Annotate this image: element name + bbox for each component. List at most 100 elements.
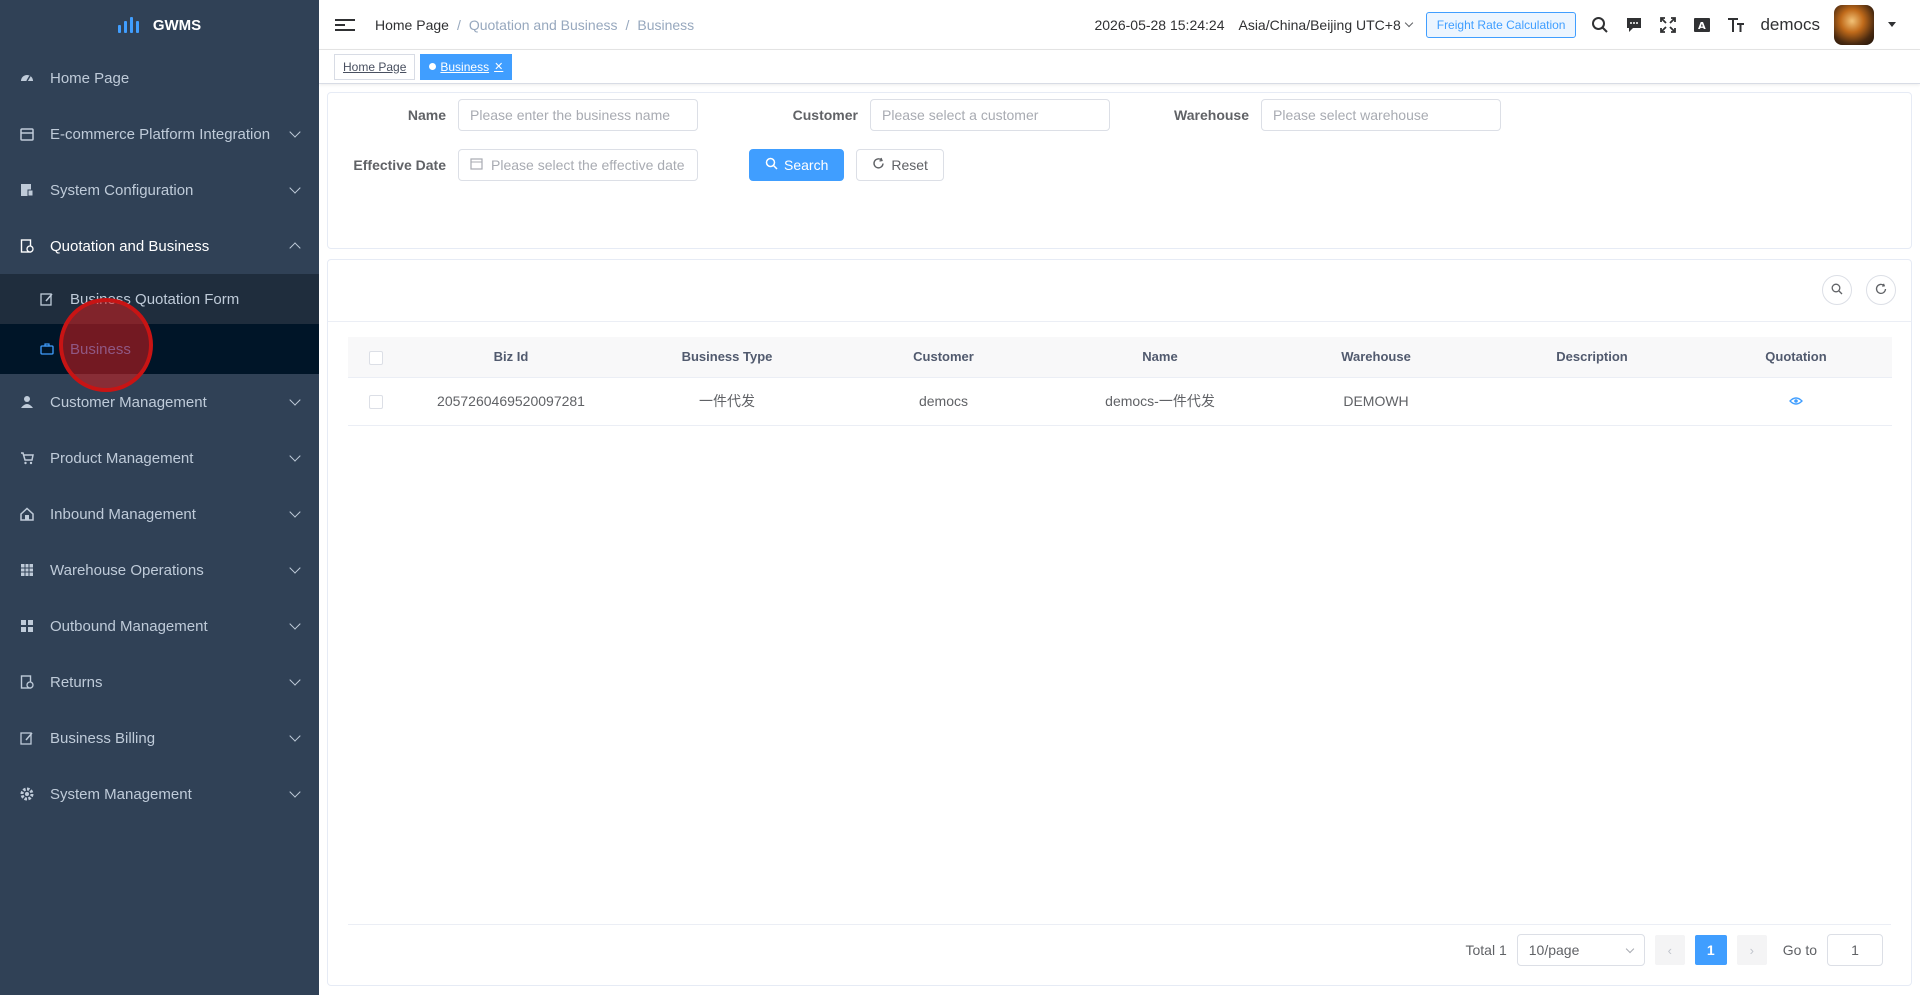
column-header[interactable]: Customer: [835, 337, 1052, 378]
breadcrumb-item[interactable]: Quotation and Business: [469, 17, 618, 33]
cell-business-type: 一件代发: [619, 377, 835, 426]
sidebar-item-home-page[interactable]: Home Page: [0, 50, 319, 106]
sidebar-item-label: System Management: [50, 785, 192, 803]
column-header[interactable]: Business Type: [619, 337, 835, 378]
sidebar-item-product-management[interactable]: Product Management: [0, 430, 319, 486]
caret-down-icon[interactable]: [1888, 22, 1896, 27]
chevron-down-icon: [289, 618, 301, 630]
sidebar-subitem-label: Business Quotation Form: [70, 290, 240, 308]
cart-icon: [20, 451, 34, 465]
timezone-select[interactable]: Asia/China/Beijing UTC+8: [1238, 17, 1413, 33]
tags-view: Home Page Business ✕: [319, 50, 1920, 84]
gear-icon: [20, 787, 34, 801]
apps-icon: [20, 619, 34, 633]
column-header[interactable]: Warehouse: [1268, 337, 1484, 378]
name-input[interactable]: [458, 99, 698, 131]
page-size-value: 10/page: [1528, 942, 1580, 958]
row-checkbox[interactable]: [368, 395, 383, 410]
search-icon: [765, 157, 778, 173]
warehouse-label: Warehouse: [1174, 107, 1249, 123]
app-title: GWMS: [152, 16, 202, 34]
chevron-down-icon: [1625, 944, 1634, 953]
cell-name: democs-一件代发: [1052, 377, 1268, 426]
active-dot-icon: [429, 63, 437, 70]
sidebar-subitem-business-quotation-form[interactable]: Business Quotation Form: [0, 274, 319, 324]
quotation-icon: [20, 239, 34, 253]
sidebar-item-ecommerce-integration[interactable]: E-commerce Platform Integration: [0, 106, 319, 162]
font-size-icon[interactable]: [1726, 15, 1746, 35]
fullscreen-icon[interactable]: [1658, 15, 1678, 35]
next-page-button[interactable]: ›: [1736, 935, 1767, 965]
sidebar-item-label: Business Billing: [50, 729, 156, 747]
home-icon: [20, 507, 34, 521]
sidebar-item-quotation-and-business[interactable]: Quotation and Business: [0, 218, 319, 274]
sidebar-item-returns[interactable]: Returns: [0, 654, 319, 710]
reset-button-label: Reset: [891, 157, 928, 173]
sidebar-item-customer-management[interactable]: Customer Management: [0, 374, 319, 430]
table-row[interactable]: 2057260469520097281 一件代发 democs democs-一…: [348, 377, 1892, 426]
breadcrumb-item[interactable]: Home Page: [375, 17, 449, 33]
sidebar-item-label: Outbound Management: [50, 617, 208, 635]
message-icon[interactable]: [1624, 15, 1644, 35]
chevron-down-icon: [289, 506, 301, 518]
app-logo[interactable]: GWMS: [0, 0, 319, 50]
sidebar-item-warehouse-operations[interactable]: Warehouse Operations: [0, 542, 319, 598]
dashboard-icon: [20, 71, 34, 85]
search-icon[interactable]: [1590, 15, 1610, 35]
refresh-button[interactable]: [1866, 275, 1896, 305]
customer-select[interactable]: Please select a customer: [870, 99, 1110, 131]
translate-icon[interactable]: A: [1692, 15, 1712, 35]
search-form: Name Customer Please select a customer W…: [327, 92, 1912, 249]
search-button-label: Search: [784, 157, 829, 173]
submenu-quotation-and-business: Business Quotation Form Business: [0, 274, 319, 374]
chevron-down-icon: [289, 674, 301, 686]
column-header[interactable]: Biz Id: [403, 337, 619, 378]
prev-page-button[interactable]: ‹: [1654, 935, 1685, 965]
toggle-search-button[interactable]: [1822, 275, 1852, 305]
tag-business[interactable]: Business ✕: [420, 53, 513, 80]
search-icon: [1831, 282, 1843, 298]
sidebar-subitem-business[interactable]: Business: [0, 324, 319, 374]
page-number-button[interactable]: 1: [1694, 935, 1727, 965]
sidebar-item-inbound-management[interactable]: Inbound Management: [0, 486, 319, 542]
close-icon[interactable]: ✕: [494, 60, 503, 73]
tag-home-page[interactable]: Home Page: [334, 53, 416, 80]
sidebar-item-label: System Configuration: [50, 181, 194, 199]
user-icon: [20, 395, 34, 409]
effective-date-placeholder: Please select the effective date: [491, 157, 685, 173]
effective-date-picker[interactable]: Please select the effective date: [458, 149, 698, 181]
sidebar-item-business-billing[interactable]: Business Billing: [0, 710, 319, 766]
sidebar: GWMS Home Page E-commerce Platform Integ…: [0, 0, 319, 995]
freight-rate-calculation-button[interactable]: Freight Rate Calculation: [1425, 11, 1577, 38]
chevron-down-icon: [289, 126, 301, 138]
column-header[interactable]: Name: [1052, 337, 1268, 378]
column-header[interactable]: Description: [1484, 337, 1700, 378]
business-table: Biz Id Business Type Customer Name Wareh…: [348, 337, 1892, 426]
reset-button[interactable]: Reset: [856, 149, 944, 181]
hamburger-menu-icon[interactable]: [335, 15, 355, 35]
select-all-checkbox[interactable]: [368, 350, 383, 365]
store-icon: [20, 127, 34, 141]
username[interactable]: democs: [1760, 15, 1820, 35]
sidebar-item-system-management[interactable]: System Management: [0, 766, 319, 822]
warehouse-select[interactable]: Please select warehouse: [1261, 99, 1501, 131]
chevron-down-icon: [289, 450, 301, 462]
chevron-down-icon: [289, 786, 301, 798]
chevron-down-icon: [1404, 18, 1413, 28]
column-header[interactable]: Quotation: [1700, 337, 1892, 378]
sidebar-item-outbound-management[interactable]: Outbound Management: [0, 598, 319, 654]
page-size-select[interactable]: 10/page: [1516, 934, 1645, 966]
goto-page-input[interactable]: 1: [1827, 934, 1883, 966]
sidebar-item-system-configuration[interactable]: System Configuration: [0, 162, 319, 218]
refresh-icon: [872, 157, 885, 173]
breadcrumb: Home Page / Quotation and Business / Bus…: [375, 16, 695, 33]
navbar: Home Page / Quotation and Business / Bus…: [319, 0, 1920, 50]
view-quotation-icon[interactable]: [1789, 396, 1803, 406]
sidebar-item-label: Customer Management: [50, 393, 207, 411]
current-datetime: 2026-05-28 15:24:24: [1094, 16, 1225, 33]
sidebar-item-label: E-commerce Platform Integration: [50, 125, 271, 143]
avatar[interactable]: [1834, 4, 1874, 45]
cell-warehouse: DEMOWH: [1268, 377, 1484, 426]
briefcase-icon: [40, 342, 54, 356]
search-button[interactable]: Search: [749, 149, 845, 181]
